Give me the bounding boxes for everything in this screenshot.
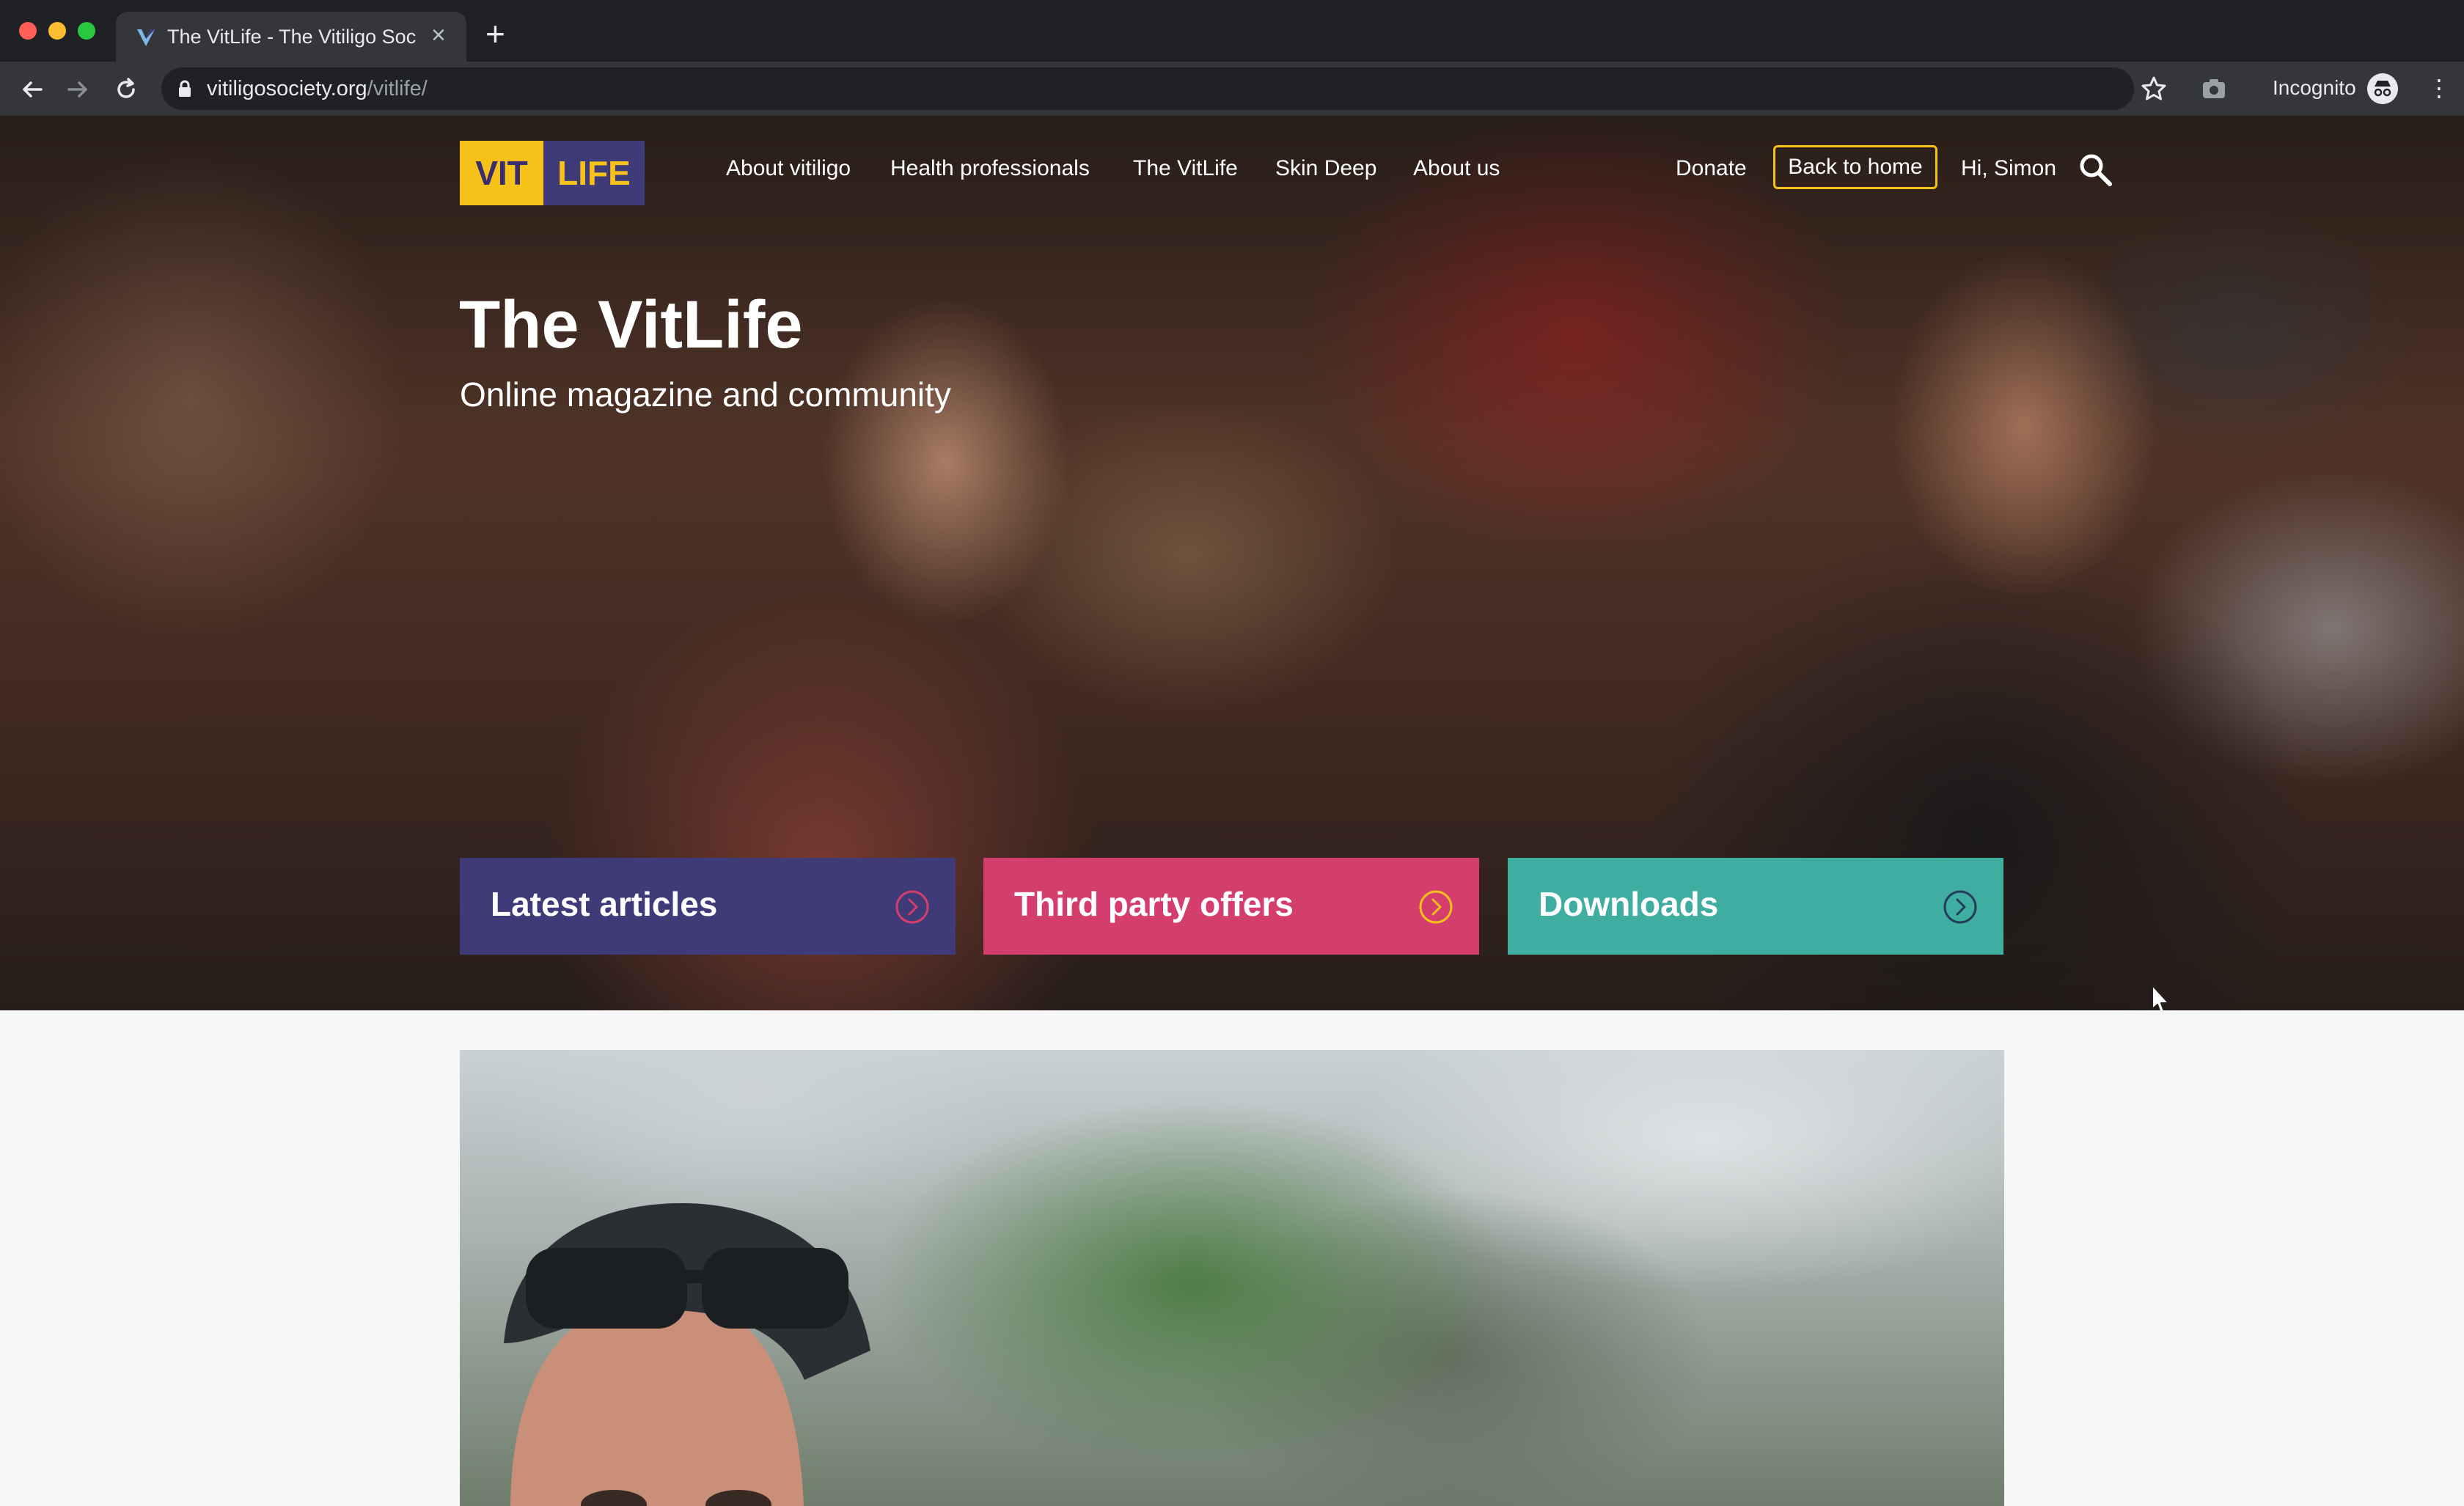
minimize-window-button[interactable] bbox=[48, 22, 66, 40]
page-title: The VitLife bbox=[459, 287, 803, 362]
arrow-circle-icon bbox=[1419, 890, 1453, 924]
nav-health-professionals[interactable]: Health professionals bbox=[890, 154, 1090, 183]
camera-icon[interactable] bbox=[2200, 75, 2228, 103]
nav-skin-deep[interactable]: Skin Deep bbox=[1275, 154, 1376, 183]
address-bar[interactable]: vitiligosociety.org/vitlife/ bbox=[161, 67, 2134, 110]
user-greeting[interactable]: Hi, Simon bbox=[1961, 154, 2056, 183]
arrow-circle-icon bbox=[1943, 890, 1977, 924]
maximize-window-button[interactable] bbox=[78, 22, 95, 40]
cta-label: Downloads bbox=[1539, 885, 1719, 923]
browser-tab[interactable]: The VitLife - The Vitiligo Society × bbox=[116, 12, 466, 62]
forward-arrow-icon[interactable] bbox=[62, 73, 94, 106]
back-arrow-icon[interactable] bbox=[16, 73, 48, 106]
logo-vit: VIT bbox=[460, 141, 543, 205]
incognito-label[interactable]: Incognito bbox=[2273, 75, 2356, 101]
hero-section: VIT LIFE About vitiligo Health professio… bbox=[0, 116, 2464, 1010]
browser-menu-icon[interactable]: ⋮ bbox=[2427, 75, 2451, 101]
close-tab-icon[interactable]: × bbox=[431, 22, 446, 48]
browser-tabstrip: The VitLife - The Vitiligo Society × + bbox=[0, 0, 2464, 62]
reload-icon[interactable] bbox=[110, 73, 142, 106]
nav-about-vitiligo[interactable]: About vitiligo bbox=[726, 154, 851, 183]
new-tab-icon[interactable]: + bbox=[485, 17, 505, 51]
third-party-offers-card[interactable]: Third party offers bbox=[983, 858, 1479, 955]
arrow-circle-icon bbox=[895, 890, 929, 924]
vitlife-logo[interactable]: VIT LIFE bbox=[460, 141, 645, 205]
incognito-icon[interactable] bbox=[2367, 73, 2398, 104]
url-text: vitiligosociety.org/vitlife/ bbox=[207, 77, 428, 100]
logo-life: LIFE bbox=[543, 141, 645, 205]
downloads-card[interactable]: Downloads bbox=[1508, 858, 2003, 955]
back-to-home-button[interactable]: Back to home bbox=[1773, 145, 1937, 189]
tab-title: The VitLife - The Vitiligo Society bbox=[167, 26, 417, 48]
nav-the-vitlife[interactable]: The VitLife bbox=[1133, 154, 1238, 183]
donate-link[interactable]: Donate bbox=[1676, 154, 1747, 183]
bookmark-star-icon[interactable] bbox=[2140, 75, 2168, 103]
site-navigation: VIT LIFE About vitiligo Health professio… bbox=[0, 116, 2464, 218]
nav-about-us[interactable]: About us bbox=[1413, 154, 1500, 183]
close-window-button[interactable] bbox=[19, 22, 37, 40]
mouse-pointer-icon bbox=[2152, 985, 2169, 1010]
browser-toolbar: vitiligosociety.org/vitlife/ Incognito ⋮ bbox=[0, 62, 2464, 116]
site-favicon-icon bbox=[137, 29, 155, 46]
search-icon[interactable] bbox=[2077, 151, 2113, 188]
lock-icon bbox=[179, 80, 191, 97]
featured-article-image[interactable] bbox=[460, 1050, 2004, 1506]
latest-articles-card[interactable]: Latest articles bbox=[460, 858, 956, 955]
cta-label: Third party offers bbox=[1014, 885, 1294, 923]
cta-label: Latest articles bbox=[491, 885, 718, 923]
page-subtitle: Online magazine and community bbox=[460, 375, 951, 414]
person-selfie-image bbox=[504, 1203, 870, 1506]
